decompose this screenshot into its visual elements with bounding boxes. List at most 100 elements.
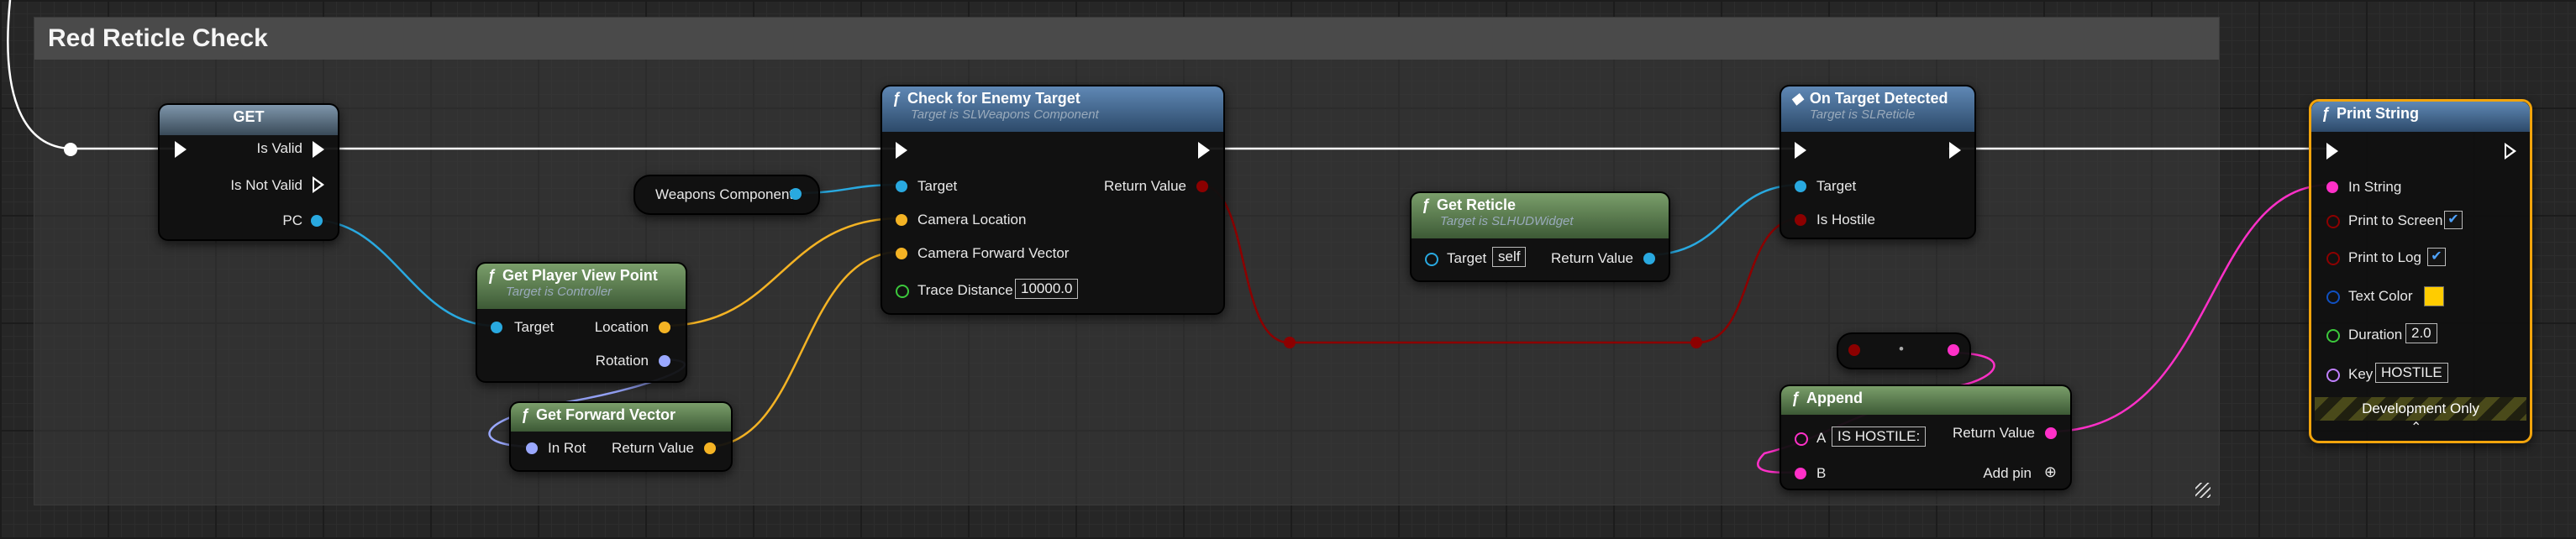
is-not-valid-label: Is Not Valid xyxy=(230,177,302,193)
append-b-label: B xyxy=(1816,465,1827,481)
print-to-log-checkbox[interactable]: ✔ xyxy=(2427,248,2446,266)
gpvp-rotation-label: Rotation xyxy=(595,353,649,369)
event-icon: ◆ xyxy=(1791,90,1803,107)
get-reticle-node[interactable]: ƒ Get Reticle Target is SLHUDWidget Targe… xyxy=(1410,191,1670,282)
pc-wire xyxy=(310,218,497,327)
get-forward-vector-node[interactable]: ƒ Get Forward Vector In Rot Return Value xyxy=(509,401,733,472)
ps-print-log-label: Print to Log xyxy=(2348,249,2421,265)
ps-print-screen-label: Print to Screen xyxy=(2348,212,2443,228)
gfv-in-rot-pin[interactable] xyxy=(526,442,538,454)
gpvp-rotation-pin[interactable] xyxy=(659,355,670,367)
append-b-pin[interactable] xyxy=(1795,468,1806,479)
cet-title: Check for Enemy Target xyxy=(907,90,1080,107)
gr-return-pin[interactable] xyxy=(1643,253,1655,264)
ps-key-pin[interactable] xyxy=(2326,369,2340,382)
weapons-component-node[interactable]: Weapons Component xyxy=(633,175,820,215)
gr-subtitle: Target is SLHUDWidget xyxy=(1440,214,1574,228)
reroute-exec-dot[interactable] xyxy=(64,143,77,156)
get-node[interactable]: GET Is Valid Is Not Valid PC xyxy=(158,103,339,241)
add-pin-icon[interactable]: ⊕ xyxy=(2044,463,2057,481)
gr-target-pin[interactable] xyxy=(1425,253,1438,266)
dev-only-label: Development Only xyxy=(2362,400,2479,416)
wires-layer xyxy=(7,0,2332,474)
gpvp-location-label: Location xyxy=(594,319,649,335)
gfv-title: Get Forward Vector xyxy=(536,406,676,423)
key-field[interactable]: HOSTILE xyxy=(2375,363,2448,383)
cet-camera-location-label: Camera Location xyxy=(917,212,1027,228)
print-wire xyxy=(2049,183,2332,433)
cet-camera-forward-pin[interactable] xyxy=(896,248,907,259)
location-wire xyxy=(663,217,902,327)
ps-title: Print String xyxy=(2337,105,2420,122)
function-icon: ƒ xyxy=(2321,105,2331,122)
cet-exec-in-pin[interactable] xyxy=(896,142,907,159)
append-return-label: Return Value xyxy=(1953,425,2035,441)
ps-exec-out-pin[interactable] xyxy=(2505,143,2516,160)
cet-trace-distance-label: Trace Distance xyxy=(917,282,1013,298)
ps-exec-in-pin[interactable] xyxy=(2326,143,2338,160)
function-icon: ƒ xyxy=(487,267,497,284)
ps-print-log-pin[interactable] xyxy=(2326,252,2340,265)
function-icon: ƒ xyxy=(1422,196,1431,213)
get-exec-in-pin[interactable] xyxy=(175,141,187,158)
cet-trace-distance-field[interactable]: 10000.0 xyxy=(1015,279,1079,299)
reroute-bool-dot[interactable] xyxy=(1284,337,1296,348)
cet-camera-location-pin[interactable] xyxy=(896,214,907,226)
otd-exec-in-pin[interactable] xyxy=(1795,142,1806,159)
ps-print-screen-pin[interactable] xyxy=(2326,215,2340,228)
append-node[interactable]: ƒ Append A IS HOSTILE: Return Value B Add… xyxy=(1780,385,2072,490)
cet-camera-forward-label: Camera Forward Vector xyxy=(917,245,1070,261)
append-a-label: A xyxy=(1816,430,1827,446)
conv-dot-icon: • xyxy=(1899,341,1904,357)
cet-subtitle: Target is SLWeapons Component xyxy=(911,107,1099,122)
forward-wire xyxy=(705,250,902,448)
bool-to-string-node[interactable]: • xyxy=(1837,332,1971,369)
gfv-header: ƒ Get Forward Vector xyxy=(511,403,731,432)
weapons-component-label: Weapons Component xyxy=(655,186,794,202)
duration-field[interactable]: 2.0 xyxy=(2405,323,2437,343)
gr-target-field[interactable]: self xyxy=(1492,247,1527,267)
text-color-swatch[interactable] xyxy=(2424,286,2444,306)
otd-target-pin[interactable] xyxy=(1795,181,1806,192)
add-pin-label[interactable]: Add pin xyxy=(1983,465,2032,482)
gpvp-header: ƒ Get Player View Point Target is Control… xyxy=(477,264,686,309)
ps-text-color-pin[interactable] xyxy=(2326,290,2340,304)
development-only-banner: Development Only xyxy=(2315,397,2526,421)
reroute-bool-dot[interactable] xyxy=(1690,337,1702,348)
print-string-node[interactable]: ƒ Print String In String Print to Screen … xyxy=(2309,99,2532,443)
cet-trace-distance-pin[interactable] xyxy=(896,285,909,298)
print-to-screen-checkbox[interactable]: ✔ xyxy=(2444,211,2463,229)
gr-return-label: Return Value xyxy=(1551,250,1633,266)
weapons-component-pin[interactable] xyxy=(790,188,802,200)
ps-in-string-pin[interactable] xyxy=(2326,181,2338,193)
gpvp-location-pin[interactable] xyxy=(659,322,670,333)
ps-duration-pin[interactable] xyxy=(2326,329,2340,343)
conv-in-pin[interactable] xyxy=(1848,344,1860,356)
conv-out-pin[interactable] xyxy=(1948,344,1959,356)
get-player-view-point-node[interactable]: ƒ Get Player View Point Target is Control… xyxy=(476,262,687,383)
pc-pin[interactable] xyxy=(311,215,323,227)
cet-exec-out-pin[interactable] xyxy=(1198,142,1210,159)
append-a-field[interactable]: IS HOSTILE: xyxy=(1832,426,1927,447)
append-return-pin[interactable] xyxy=(2045,427,2057,439)
expand-chevron-up-icon[interactable]: ⌃ xyxy=(2410,419,2421,436)
gfv-return-pin[interactable] xyxy=(704,442,716,454)
check-enemy-target-node[interactable]: ƒ Check for Enemy Target Target is SLWeap… xyxy=(881,85,1225,315)
ps-key-label: Key xyxy=(2348,366,2374,382)
gpvp-title: Get Player View Point xyxy=(502,267,658,284)
get-node-title: GET xyxy=(233,108,265,125)
otd-subtitle: Target is SLReticle xyxy=(1810,107,1916,122)
cet-target-pin[interactable] xyxy=(896,181,907,192)
otd-exec-out-pin[interactable] xyxy=(1949,142,1961,159)
otd-header: ◆ On Target Detected Target is SLReticle xyxy=(1781,86,1974,132)
gpvp-target-pin[interactable] xyxy=(491,322,502,333)
gfv-in-rot-label: In Rot xyxy=(548,440,586,456)
on-target-detected-node[interactable]: ◆ On Target Detected Target is SLReticle … xyxy=(1780,85,1976,239)
is-valid-exec-pin[interactable] xyxy=(313,141,324,158)
otd-hostile-pin[interactable] xyxy=(1795,214,1806,226)
append-a-pin[interactable] xyxy=(1795,432,1808,446)
gpvp-target-label: Target xyxy=(514,319,555,335)
is-not-valid-exec-pin[interactable] xyxy=(313,176,324,193)
ps-header: ƒ Print String xyxy=(2311,102,2530,132)
cet-return-pin[interactable] xyxy=(1196,181,1208,192)
